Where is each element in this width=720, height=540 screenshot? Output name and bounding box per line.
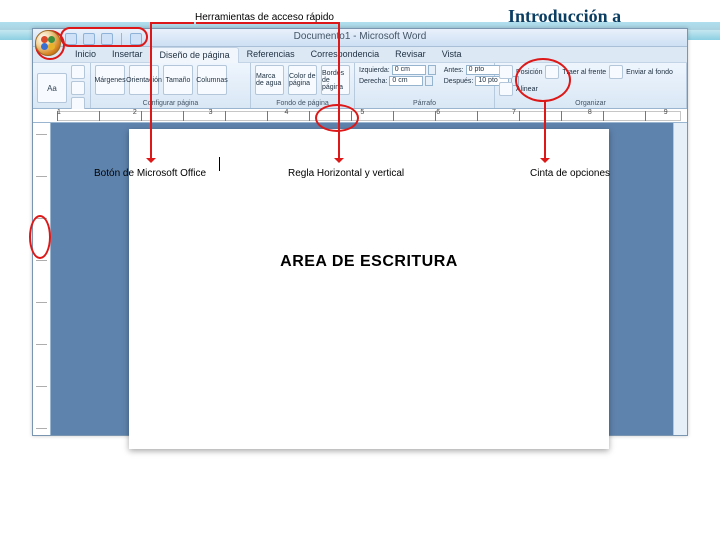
group-label-config: Configurar página [95, 100, 246, 107]
tab-insertar[interactable]: Insertar [104, 47, 151, 63]
scrollbar-vertical[interactable] [673, 123, 687, 435]
color-pagina-button[interactable]: Color de página [288, 65, 317, 95]
margenes-button[interactable]: Márgenes [95, 65, 125, 95]
callout-circle-qat [60, 27, 148, 47]
tab-revisar[interactable]: Revisar [387, 47, 434, 63]
sangria-der: Derecha:0 cm [359, 76, 436, 86]
ruler-vertical[interactable] [33, 123, 51, 435]
group-configurar-pagina: Márgenes Orientación Tamaño Columnas Con… [91, 63, 251, 108]
bordes-button[interactable]: Bordes de página [321, 65, 350, 95]
text-cursor [219, 157, 220, 171]
ruler-horizontal[interactable]: 1 2 3 4 5 6 7 8 9 10 11 12 13 14 15 [33, 109, 687, 123]
tab-correspondencia[interactable]: Correspondencia [303, 47, 388, 63]
arrow-qat-to-ruler [196, 22, 338, 24]
callout-circle-ribbon [515, 58, 571, 102]
document-title: Documento1 - Microsoft Word [294, 31, 427, 42]
tab-inicio[interactable]: Inicio [67, 47, 104, 63]
slide-root: Introducción a Microsoft Word. Herramien… [0, 0, 720, 540]
group-label-organizar: Organizar [499, 100, 682, 107]
enviar-al-fondo-button[interactable] [609, 65, 623, 79]
arrow-office [150, 22, 152, 162]
ribbon-tabs: Inicio Insertar Diseño de página Referen… [33, 47, 687, 63]
tab-vista[interactable]: Vista [434, 47, 470, 63]
orientacion-button[interactable]: Orientación [129, 65, 159, 95]
columnas-button[interactable]: Columnas [197, 65, 227, 95]
sangria-izq: Izquierda:0 cm [359, 65, 436, 75]
arrow-ribbon [544, 102, 546, 162]
caption-office-button: Botón de Microsoft Office [94, 168, 206, 179]
group-label-parrafo: Párrafo [359, 100, 490, 107]
colores-icon[interactable] [71, 65, 85, 79]
ruler-horizontal-numbers: 1 2 3 4 5 6 7 8 9 10 11 12 13 14 15 [57, 109, 720, 116]
temas-button[interactable]: Aa [37, 73, 67, 103]
area-de-escritura-label: AREA DE ESCRITURA [280, 253, 458, 271]
spinner-icon[interactable] [425, 76, 433, 86]
group-parrafo: Izquierda:0 cm Derecha:0 cm Antes:0 pto … [355, 63, 495, 108]
sangria-izq-field[interactable]: 0 cm [392, 65, 426, 75]
word-window: Documento1 - Microsoft Word Inicio Inser… [32, 28, 688, 436]
callout-circle-ruler-v [29, 215, 51, 259]
office-button[interactable] [35, 30, 61, 56]
tab-referencias[interactable]: Referencias [239, 47, 303, 63]
ribbon: Aa Temas Márgenes Orientación Tamaño Col… [33, 63, 687, 109]
spinner-icon[interactable] [428, 65, 436, 75]
marca-agua-button[interactable]: Marca de agua [255, 65, 284, 95]
caption-rulers: Regla Horizontal y vertical [288, 168, 404, 179]
fuentes-icon[interactable] [71, 81, 85, 95]
alinear-button[interactable] [499, 82, 513, 96]
caption-ribbon: Cinta de opciones [530, 168, 610, 179]
callout-circle-ruler-h [315, 104, 359, 132]
arrow-ruler [338, 22, 340, 162]
tab-diseno-pagina[interactable]: Diseño de página [151, 47, 239, 63]
tamano-button[interactable]: Tamaño [163, 65, 193, 95]
sangria-der-field[interactable]: 0 cm [389, 76, 423, 86]
group-temas: Aa Temas [33, 63, 91, 108]
posicion-button[interactable] [499, 65, 513, 79]
arrow-qat [150, 22, 194, 24]
